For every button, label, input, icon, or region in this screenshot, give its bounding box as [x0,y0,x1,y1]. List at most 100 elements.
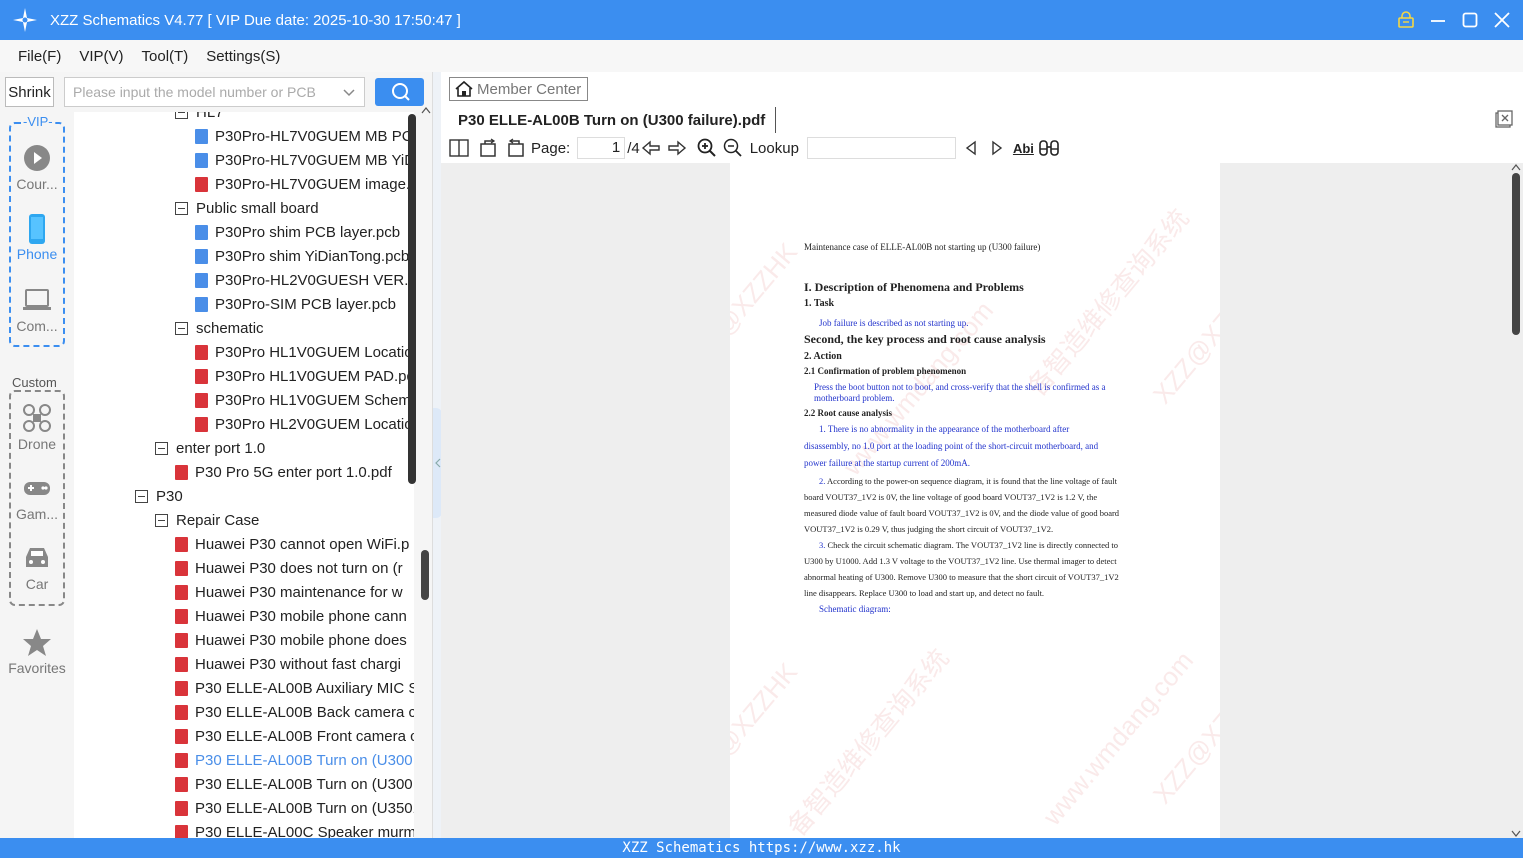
search-placeholder: Please input the model number or PCB [73,84,316,100]
tree-item-label: Huawei P30 does not turn on (r [195,559,403,577]
tree-file[interactable]: P30Pro HL2V0GUEM Locatio [195,412,413,436]
pdf-file-icon [175,680,188,696]
tree-file[interactable]: P30 ELLE-AL00B Turn on (U300 [175,772,413,796]
chevron-down-icon[interactable] [342,82,356,103]
zoom-in-icon[interactable] [696,137,718,159]
tree-item-label: P30Pro shim PCB layer.pcb [215,223,401,241]
find-previous-icon[interactable] [960,137,982,159]
tree-file[interactable]: P30 ELLE-AL00C Speaker murmu [175,820,414,838]
model-search-input[interactable]: Please input the model number or PCB [64,77,365,107]
star-icon [22,628,52,656]
member-center-button[interactable]: Member Center [449,77,588,101]
tree-file[interactable]: P30Pro-HL7V0GUEM image.p [195,172,414,196]
tree-file[interactable]: P30 ELLE-AL00B Front camera c [175,724,414,748]
two-page-view-icon[interactable] [448,137,470,159]
pdf-file-icon [195,416,208,432]
collapse-toggle-icon[interactable] [175,321,188,335]
tree-folder[interactable]: Repair Case [155,508,259,532]
sidebar-item-label: Gam... [15,506,58,522]
tree-file[interactable]: P30Pro HL1V0GUEM PAD.pd [195,364,414,388]
minimize-icon[interactable] [1427,9,1449,31]
search-button[interactable] [375,78,424,106]
collapse-toggle-icon[interactable] [175,201,188,215]
pdf-page: XZZ@XZZHK www.wmdang.com 备智造维修查询系统 XZZ@X… [730,163,1220,838]
tree-file[interactable]: P30Pro HL1V0GUEM Schema [195,388,414,412]
tree-item-label: P30 ELLE-AL00B Front camera c [195,727,414,745]
lookup-input[interactable] [806,137,956,159]
tree-file[interactable]: P30Pro-SIM PCB layer.pcb [195,292,396,316]
collapse-toggle-icon[interactable] [175,112,188,119]
sidebar-item-label: Cour... [16,176,58,192]
document-scrollbar[interactable] [1511,163,1521,838]
tree-file[interactable]: P30Pro-HL7V0GUEM MB PCB [195,124,414,148]
tree-folder[interactable]: enter port 1.0 [155,436,265,460]
panel-scrollbar[interactable] [421,104,431,838]
find-next-icon[interactable] [986,137,1008,159]
doc-section-2-2: 2.2 Root cause analysis [804,408,893,418]
pdf-file-icon [195,392,208,408]
binoculars-icon[interactable] [1038,137,1060,159]
menu-settings[interactable]: Settings(S) [197,48,289,65]
sidebar-item-computer[interactable]: Com... [0,286,74,334]
maximize-icon[interactable] [1459,9,1481,31]
pdf-file-icon [175,536,188,552]
next-page-arrow-icon[interactable] [666,137,688,159]
close-icon[interactable] [1491,9,1513,31]
tree-file[interactable]: P30Pro-HL7V0GUEM MB YiD [195,148,414,172]
search-row: Shrink Please input the model number or … [5,76,426,108]
tree-file[interactable]: Huawei P30 does not turn on (r [175,556,403,580]
match-case-button[interactable]: Abi [1013,141,1034,156]
sidebar-item-games[interactable]: Gam... [0,474,74,522]
panel-splitter[interactable] [432,72,442,838]
pdf-file-icon [175,608,188,624]
pcb-file-icon [195,248,208,264]
tree-file[interactable]: P30Pro HL1V0GUEM Locatio [195,340,413,364]
tree-folder[interactable]: HL7 [175,112,224,124]
menu-file[interactable]: File(F) [0,48,70,65]
tree-item-label: P30Pro shim YiDianTong.pcb [215,247,410,265]
document-panel: Member Center P30 ELLE-AL00B Turn on (U3… [441,72,1523,838]
tree-file[interactable]: Huawei P30 mobile phone cann [175,604,407,628]
phone-icon [22,214,52,244]
tree-file[interactable]: P30Pro shim PCB layer.pcb [195,220,400,244]
zoom-out-icon[interactable] [722,137,744,159]
close-document-icon[interactable] [1495,110,1513,128]
tree-file[interactable]: P30 ELLE-AL00B Turn on (U3501 [175,796,414,820]
tree-file[interactable]: Huawei P30 mobile phone does [175,628,407,652]
lock-icon[interactable] [1395,9,1417,31]
tree-file[interactable]: Huawei P30 cannot open WiFi.p [175,532,409,556]
rotate-left-icon[interactable] [478,137,500,159]
tree-file[interactable]: P30 ELLE-AL00B Turn on (U300 [175,748,413,772]
tree-file[interactable]: P30Pro-HL2V0GUESH VER.D [195,268,414,292]
tree-folder[interactable]: Public small board [175,196,319,220]
menu-vip[interactable]: VIP(V) [70,48,132,65]
left-panel: Shrink Please input the model number or … [0,72,432,838]
sidebar-item-drone[interactable]: Drone [0,404,74,452]
doc-text: 2. According to the power-on sequence di… [819,476,1117,486]
tree-folder[interactable]: P30 [135,484,183,508]
tree-file[interactable]: P30Pro shim YiDianTong.pcb [195,244,409,268]
watermark: 备智造维修查询系统 [781,643,955,838]
rotate-right-icon[interactable] [504,137,526,159]
collapse-toggle-icon[interactable] [155,441,168,455]
page-number-input[interactable]: 1 [577,137,626,159]
document-tab[interactable]: P30 ELLE-AL00B Turn on (U300 failure).pd… [449,107,777,133]
collapse-toggle-icon[interactable] [135,489,148,503]
tree-file[interactable]: P30 Pro 5G enter port 1.0.pdf [175,460,392,484]
tree-scrollbar[interactable] [408,114,416,484]
menu-tool[interactable]: Tool(T) [133,48,198,65]
doc-text: VOUT37_1V2 is 0.29 V, thus judging the s… [804,524,1054,534]
tree-file[interactable]: Huawei P30 without fast chargi [175,652,401,676]
sidebar-item-phone[interactable]: Phone [0,214,74,262]
shrink-button[interactable]: Shrink [5,77,54,107]
previous-page-arrow-icon[interactable] [640,137,662,159]
sidebar-item-courses[interactable]: Cour... [0,144,74,192]
collapse-toggle-icon[interactable] [155,513,168,527]
tree-file[interactable]: P30 ELLE-AL00B Auxiliary MIC S [175,676,414,700]
sidebar-item-favorites[interactable]: Favorites [0,628,74,676]
tree-folder[interactable]: schematic [175,316,264,340]
sidebar-item-car[interactable]: Car [0,544,74,592]
pdf-viewer[interactable]: XZZ@XZZHK www.wmdang.com 备智造维修查询系统 XZZ@X… [441,163,1523,838]
tree-file[interactable]: Huawei P30 maintenance for w [175,580,403,604]
tree-file[interactable]: P30 ELLE-AL00B Back camera ca [175,700,414,724]
